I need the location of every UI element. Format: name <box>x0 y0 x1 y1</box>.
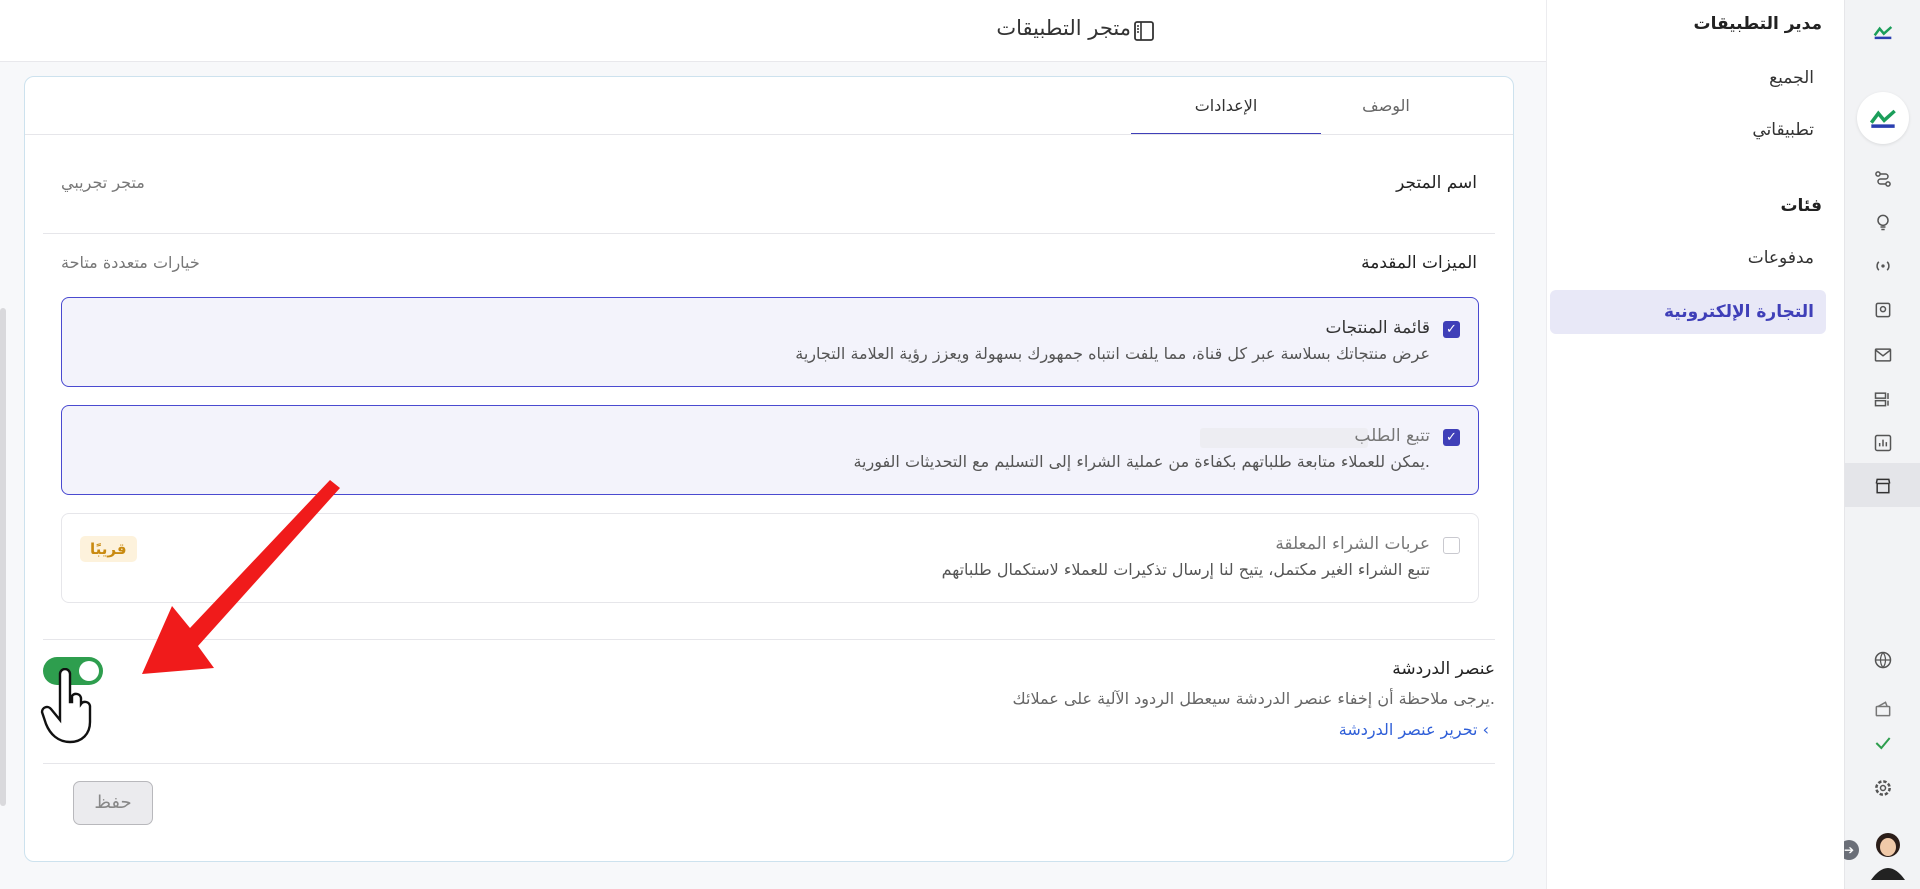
feature-title: تتبع الطلب <box>1354 426 1430 446</box>
logo-icon[interactable] <box>1872 21 1894 43</box>
avatar[interactable] <box>1863 826 1913 880</box>
feature-desc: عرض منتجاتك بسلاسة عبر كل قناة، مما يلفت… <box>795 344 1430 363</box>
tabs-divider <box>25 134 1513 135</box>
feature-title: عربات الشراء المعلقة <box>1275 534 1430 554</box>
advanced-features-hint: خيارات متعددة متاحة <box>61 253 200 272</box>
templates-icon[interactable] <box>1872 388 1894 410</box>
routes-icon[interactable] <box>1872 168 1894 190</box>
analytics-icon[interactable] <box>1872 432 1894 454</box>
feature-title: قائمة المنتجات <box>1325 318 1430 338</box>
coming-soon-badge: قريبًا <box>80 536 137 562</box>
chevron-left-icon: ‹ <box>1482 720 1489 739</box>
icon-rail: ➔ <box>1839 0 1920 889</box>
mail-icon[interactable] <box>1872 344 1894 366</box>
tab-settings[interactable]: الإعدادات <box>1131 77 1321 135</box>
sidebar-item-ecommerce[interactable]: التجارة الإلكترونية <box>1664 302 1814 322</box>
placeholder-bar <box>1200 428 1368 448</box>
broadcast-icon[interactable] <box>1872 255 1894 277</box>
sidebar-title: مدير التطبيقات <box>1693 14 1822 34</box>
red-arrow-annotation <box>142 480 340 674</box>
app-store-icon[interactable] <box>1856 92 1909 144</box>
store-name-label: اسم المتجر <box>1396 173 1477 193</box>
divider <box>43 233 1495 234</box>
edit-chat-widget-link[interactable]: تحرير عنصر الدردشة ‹ <box>1339 720 1495 739</box>
page-header: متجر التطبيقات <box>0 0 1546 62</box>
order-tracking-checkbox[interactable]: ✓ <box>1443 429 1460 446</box>
contacts-icon[interactable] <box>1872 299 1894 321</box>
chat-widget-label: عنصر الدردشة <box>1392 659 1495 679</box>
divider <box>43 763 1495 764</box>
save-button[interactable]: حفظ <box>73 781 153 825</box>
globe-icon[interactable] <box>1872 649 1894 671</box>
feature-desc: يمكن للعملاء متابعة طلباتهم بكفاءة من عم… <box>853 452 1430 471</box>
store-name-value: متجر تجريبي <box>61 173 145 192</box>
bulb-icon[interactable] <box>1872 211 1894 233</box>
sidebar-toggle-icon[interactable] <box>1133 20 1155 42</box>
edit-chat-widget-label: تحرير عنصر الدردشة <box>1338 720 1478 739</box>
abandoned-carts-checkbox <box>1443 537 1460 554</box>
store-icon[interactable] <box>1872 475 1894 497</box>
wallet-icon[interactable] <box>1872 698 1894 720</box>
settings-card: الوصف الإعدادات اسم المتجر متجر تجريبي ا… <box>24 76 1514 862</box>
sidebar-item-all[interactable]: الجميع <box>1769 68 1814 88</box>
chat-widget-note: يرجى ملاحظة أن إخفاء عنصر الدردشة سيعطل … <box>1012 689 1495 708</box>
sidebar-section-categories: فئات <box>1780 196 1822 216</box>
hand-cursor-icon <box>40 668 92 744</box>
page-title: متجر التطبيقات <box>996 16 1131 40</box>
settings-icon[interactable] <box>1872 777 1894 799</box>
sidebar-item-my-apps[interactable]: تطبيقاتي <box>1752 120 1814 140</box>
feature-desc: تتبع الشراء الغير مكتمل، يتيح لنا إرسال … <box>941 560 1430 579</box>
feature-product-list[interactable]: ✓ قائمة المنتجات عرض منتجاتك بسلاسة عبر … <box>61 297 1479 387</box>
sidebar-item-payments[interactable]: مدفوعات <box>1748 248 1814 268</box>
app-manager-sidebar: مدير التطبيقات الجميع تطبيقاتي فئات مدفو… <box>1546 0 1844 889</box>
advanced-features-label: الميزات المقدمة <box>1361 253 1477 273</box>
scrollbar[interactable] <box>0 308 6 806</box>
product-list-checkbox[interactable]: ✓ <box>1443 321 1460 338</box>
check-icon[interactable] <box>1872 732 1894 754</box>
